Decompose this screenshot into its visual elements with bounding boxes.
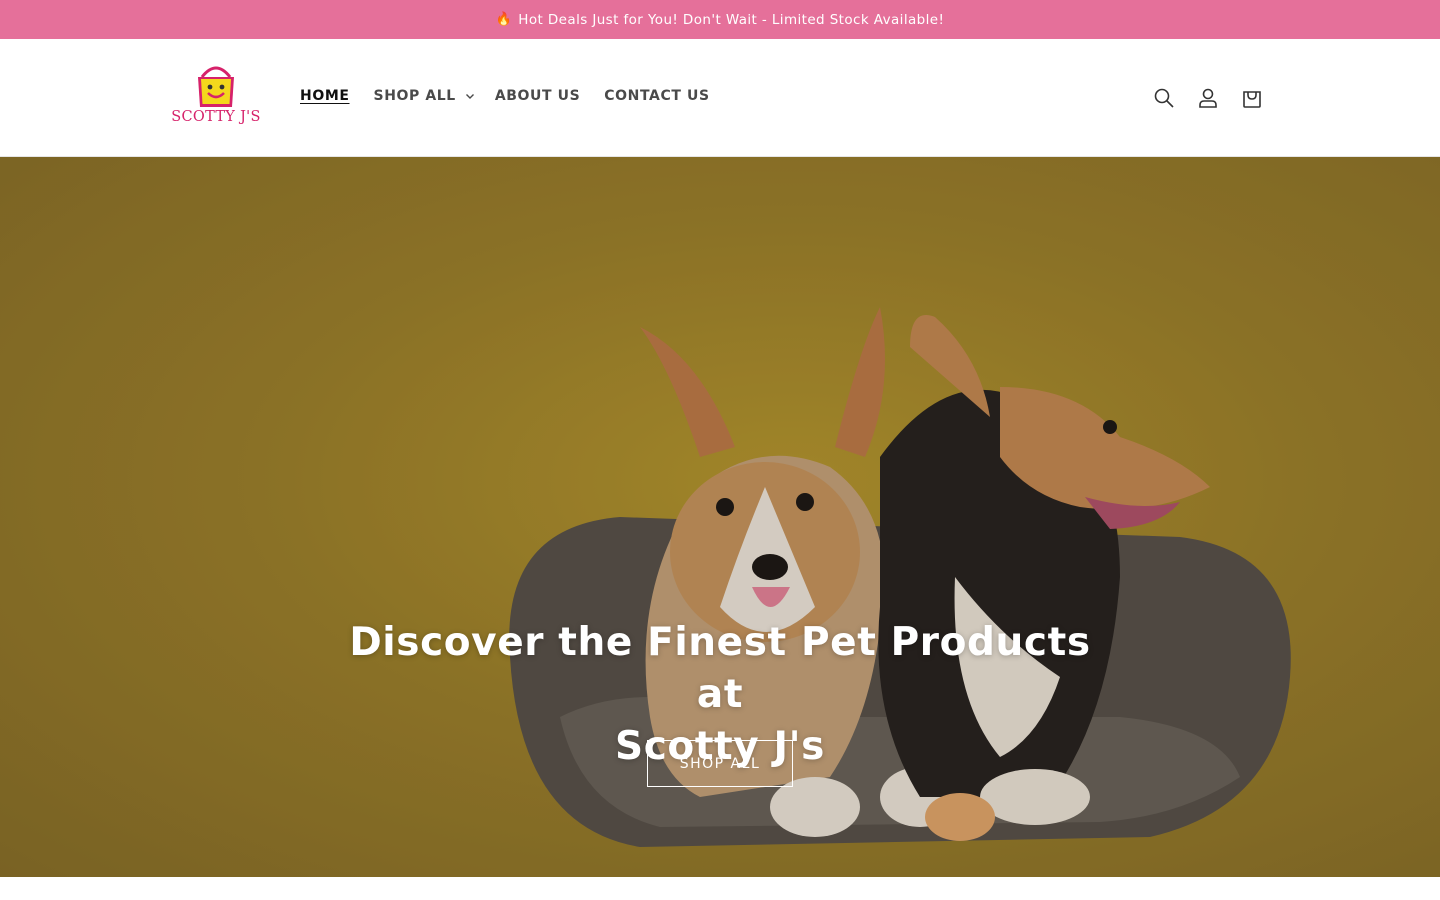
search-button[interactable] — [1150, 84, 1178, 112]
logo[interactable]: SCOTTY J'S — [166, 63, 266, 133]
search-icon — [1154, 88, 1174, 108]
account-icon — [1199, 88, 1217, 108]
hero-banner: Discover the Finest Pet Products at Scot… — [0, 157, 1440, 877]
nav-shop-all-label: SHOP ALL — [373, 88, 456, 104]
site-header: SCOTTY J'S HOME SHOP ALL ABOUT US CONTAC… — [0, 39, 1440, 157]
nav-contact-us-label: CONTACT US — [604, 88, 710, 104]
nav-home-label: HOME — [300, 88, 350, 104]
nav-about-us-label: ABOUT US — [494, 88, 581, 104]
logo-text: SCOTTY J'S — [171, 109, 261, 125]
header-icons — [1150, 84, 1266, 112]
nav-home[interactable]: HOME — [300, 88, 350, 104]
chevron-down-icon — [465, 94, 474, 99]
logo-bag-icon — [198, 66, 234, 107]
shop-all-button[interactable]: SHOP ALL — [647, 740, 793, 787]
hero-title-line1: Discover the Finest Pet Products at — [349, 620, 1091, 717]
cart-button[interactable] — [1238, 84, 1266, 112]
main-nav: HOME SHOP ALL ABOUT US CONTACT US — [300, 88, 710, 104]
flame-icon: 🔥 — [495, 12, 513, 27]
nav-shop-all[interactable]: SHOP ALL — [374, 88, 475, 104]
below-hero-section — [0, 877, 1440, 900]
cart-icon — [1243, 91, 1261, 108]
nav-contact-us[interactable]: CONTACT US — [604, 88, 709, 104]
nav-about-us[interactable]: ABOUT US — [495, 88, 580, 104]
account-button[interactable] — [1194, 84, 1222, 112]
announcement-text: Hot Deals Just for You! Don't Wait - Lim… — [518, 11, 945, 28]
announcement-bar: 🔥 Hot Deals Just for You! Don't Wait - L… — [0, 0, 1440, 39]
